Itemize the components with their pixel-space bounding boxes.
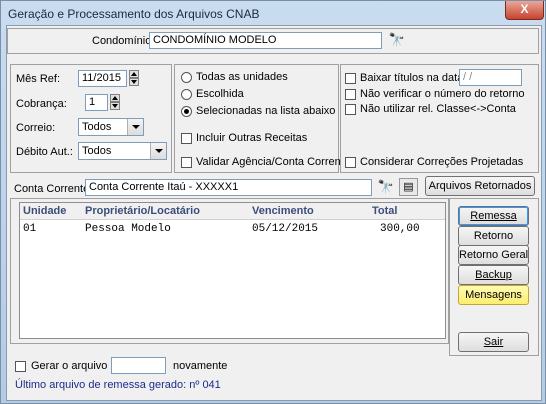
considerar-correcoes-checkbox[interactable] bbox=[345, 157, 356, 168]
condominio-field[interactable]: CONDOMÍNIO MODELO bbox=[149, 32, 382, 49]
baixar-titulos-date-field[interactable]: / / bbox=[459, 69, 522, 86]
gerar-arquivo-suffix: novamente bbox=[173, 360, 228, 372]
todas-unidades-radio[interactable] bbox=[181, 72, 192, 83]
correio-value: Todos bbox=[82, 121, 112, 133]
actions-group: Remessa Retorno Retorno Geral Backup Men… bbox=[449, 198, 539, 356]
sair-label: Sair bbox=[483, 336, 504, 348]
condominio-group: Condomínio: CONDOMÍNIO MODELO 🔭 bbox=[7, 28, 539, 54]
debito-aut-label: Débito Aut.: bbox=[16, 146, 73, 158]
sair-button[interactable]: Sair bbox=[458, 332, 529, 352]
column-header-unidade[interactable]: Unidade bbox=[23, 205, 66, 217]
gerar-arquivo-field[interactable] bbox=[111, 357, 166, 374]
considerar-correcoes-label: Considerar Correções Projetadas bbox=[360, 156, 524, 168]
backup-label: Backup bbox=[475, 269, 512, 281]
incluir-outras-checkbox[interactable] bbox=[181, 133, 192, 144]
cell-proprietario: Pessoa Modelo bbox=[85, 223, 171, 235]
nao-verificar-label: Não verificar o número do retorno bbox=[360, 88, 525, 100]
title-bar: Geração e Processamento dos Arquivos CNA… bbox=[1, 1, 545, 25]
selecionadas-radio[interactable] bbox=[181, 106, 192, 117]
conta-corrente-field[interactable]: Conta Corrente Itaú - XXXXX1 bbox=[85, 179, 372, 196]
window-client-area: Condomínio: CONDOMÍNIO MODELO 🔭 Mês Ref:… bbox=[6, 25, 542, 401]
correio-label: Correio: bbox=[16, 122, 56, 134]
column-header-proprietario[interactable]: Proprietário/Locatário bbox=[85, 205, 200, 217]
spin-down-icon[interactable] bbox=[110, 102, 120, 110]
table-header: Unidade Proprietário/Locatário Venciment… bbox=[20, 203, 445, 220]
cell-total: 300,00 bbox=[380, 223, 420, 235]
nao-utilizar-checkbox[interactable] bbox=[345, 104, 356, 115]
ultimo-arquivo-status: Último arquivo de remessa gerado: nº 041 bbox=[15, 379, 221, 391]
todas-unidades-label: Todas as unidades bbox=[196, 71, 288, 83]
binoculars-icon[interactable]: 🔭 bbox=[376, 178, 396, 196]
retorno-button[interactable]: Retorno bbox=[458, 226, 529, 246]
gerar-arquivo-checkbox[interactable] bbox=[15, 361, 26, 372]
debito-aut-value: Todos bbox=[82, 145, 112, 157]
escolhida-radio[interactable] bbox=[181, 89, 192, 100]
spin-down-icon[interactable] bbox=[129, 78, 139, 86]
mes-ref-field[interactable]: 11/2015 bbox=[78, 70, 127, 87]
selecionadas-label: Selecionadas na lista abaixo bbox=[196, 105, 336, 117]
incluir-outras-label: Incluir Outras Receitas bbox=[196, 132, 308, 144]
close-button[interactable]: X bbox=[505, 1, 544, 20]
cobranca-label: Cobrança: bbox=[16, 98, 67, 110]
conta-corrente-label: Conta Corrente: bbox=[14, 183, 93, 195]
dropdown-icon[interactable] bbox=[150, 143, 166, 159]
condominio-label: Condomínio: bbox=[92, 35, 155, 47]
baixar-titulos-label: Baixar títulos na data: bbox=[360, 72, 467, 84]
remessa-button[interactable]: Remessa bbox=[458, 206, 529, 226]
dropdown-icon[interactable] bbox=[127, 119, 143, 135]
mes-ref-label: Mês Ref: bbox=[16, 73, 61, 85]
cell-vencimento: 05/12/2015 bbox=[252, 223, 319, 235]
validar-agencia-label: Validar Agência/Conta Corrente bbox=[196, 156, 350, 168]
validar-agencia-checkbox[interactable] bbox=[181, 157, 192, 168]
arquivos-retornados-button[interactable]: Arquivos Retornados bbox=[425, 176, 535, 196]
filters-group: Mês Ref: 11/2015 Cobrança: 1 Correio: To… bbox=[10, 64, 172, 173]
column-header-vencimento[interactable]: Vencimento bbox=[252, 205, 314, 217]
mensagens-label: Mensagens bbox=[465, 289, 522, 301]
nao-verificar-checkbox[interactable] bbox=[345, 89, 356, 100]
mes-ref-spinner[interactable] bbox=[129, 70, 139, 87]
column-header-total[interactable]: Total bbox=[372, 205, 397, 217]
spin-up-icon[interactable] bbox=[129, 70, 139, 78]
binoculars-icon[interactable]: 🔭 bbox=[387, 31, 407, 49]
unidades-table[interactable]: Unidade Proprietário/Locatário Venciment… bbox=[19, 202, 446, 339]
spin-up-icon[interactable] bbox=[110, 94, 120, 102]
retorno-options-group: Baixar títulos na data: / / Não verifica… bbox=[340, 64, 539, 173]
window-title: Geração e Processamento dos Arquivos CNA… bbox=[8, 7, 260, 21]
gerar-arquivo-label: Gerar o arquivo bbox=[31, 360, 108, 372]
remessa-label: Remessa bbox=[470, 210, 517, 222]
register-icon[interactable]: ▤ bbox=[399, 178, 418, 196]
cnab-window: Geração e Processamento dos Arquivos CNA… bbox=[0, 0, 546, 404]
nao-utilizar-label: Não utilizar rel. Classe<->Conta bbox=[360, 103, 516, 115]
cell-unidade: 01 bbox=[23, 223, 37, 235]
cobranca-spinner[interactable] bbox=[110, 94, 120, 111]
baixar-titulos-checkbox[interactable] bbox=[345, 73, 356, 84]
debito-aut-select[interactable]: Todos bbox=[78, 142, 167, 160]
retorno-label: Retorno bbox=[473, 230, 514, 242]
retorno-geral-button[interactable]: Retorno Geral bbox=[458, 245, 529, 265]
cobranca-field[interactable]: 1 bbox=[85, 94, 108, 111]
backup-button[interactable]: Backup bbox=[458, 265, 529, 285]
escolhida-label: Escolhida bbox=[196, 88, 244, 100]
retorno-geral-label: Retorno Geral bbox=[459, 249, 529, 261]
unidades-group: Todas as unidades Escolhida Selecionadas… bbox=[174, 64, 350, 173]
mensagens-button[interactable]: Mensagens bbox=[458, 285, 529, 305]
correio-select[interactable]: Todos bbox=[78, 118, 144, 136]
